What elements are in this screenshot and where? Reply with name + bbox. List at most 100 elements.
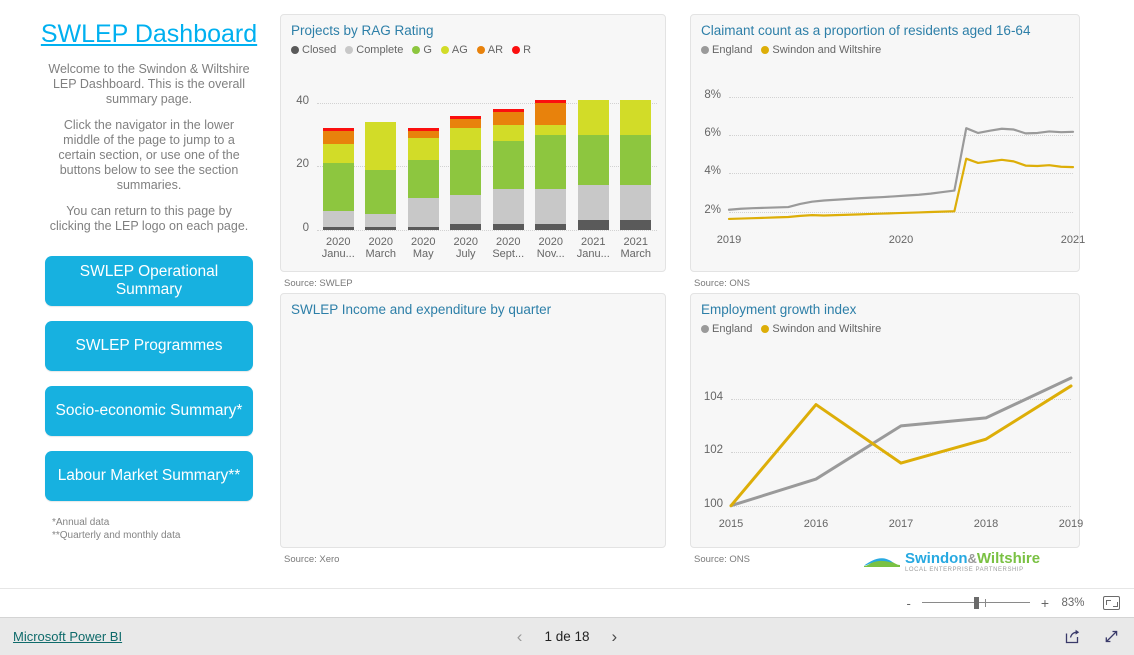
legend-item[interactable]: England xyxy=(701,323,752,335)
bar-segment[interactable] xyxy=(365,214,397,227)
legend-item[interactable]: Swindon and Wiltshire xyxy=(761,44,881,56)
swlep-logo[interactable]: Swindon&Wiltshire LOCAL ENTERPRISE PARTN… xyxy=(864,551,1077,581)
visual-claimant-count-proportion[interactable]: Claimant count as a proportion of reside… xyxy=(690,14,1085,273)
bar-segment[interactable] xyxy=(450,118,482,129)
bar-column[interactable] xyxy=(322,128,354,230)
legend-item[interactable]: Complete xyxy=(345,44,403,56)
page-navigator: ‹ 1 de 18 › xyxy=(0,627,1134,647)
x-axis-tick-line: 2020 xyxy=(368,236,393,248)
bar-column[interactable] xyxy=(577,99,609,230)
nav-button-label: Labour Market Summary** xyxy=(57,467,241,484)
zoom-slider-thumb[interactable] xyxy=(973,597,979,609)
bar-segment[interactable] xyxy=(322,131,354,145)
bar-segment[interactable] xyxy=(535,188,567,224)
zoom-out-button[interactable]: - xyxy=(906,596,910,611)
bar-column[interactable] xyxy=(620,99,652,230)
page-indicator: 1 de 18 xyxy=(544,629,590,644)
legend-label: Closed xyxy=(302,44,337,56)
bar-segment[interactable] xyxy=(620,220,652,230)
line-series[interactable] xyxy=(729,384,1073,508)
bar-segment[interactable] xyxy=(620,134,652,186)
bar-segment[interactable] xyxy=(365,226,397,230)
x-axis-tick-label: 2015 xyxy=(718,518,744,530)
bar-segment[interactable] xyxy=(322,226,354,230)
bar-segment[interactable] xyxy=(407,198,439,227)
bar-segment[interactable] xyxy=(535,134,567,189)
bar-segment[interactable] xyxy=(620,185,652,221)
bar-segment[interactable] xyxy=(577,185,609,221)
nav-button-swlep-operational-summary[interactable]: SWLEP Operational Summary xyxy=(45,256,253,306)
bar-segment[interactable] xyxy=(407,137,439,161)
next-page-icon[interactable]: › xyxy=(612,627,618,647)
legend-item[interactable]: AR xyxy=(476,44,503,56)
bar-segment[interactable] xyxy=(535,125,567,135)
legend-item[interactable]: R xyxy=(512,44,531,56)
line-series[interactable] xyxy=(729,376,1073,508)
bar-segment[interactable] xyxy=(492,188,524,224)
bar-segment[interactable] xyxy=(365,169,397,215)
legend-item[interactable]: Swindon and Wiltshire xyxy=(761,323,881,335)
logo-wiltshire: Wiltshire xyxy=(976,550,1041,567)
bar-column[interactable] xyxy=(450,115,482,230)
bar-segment[interactable] xyxy=(450,223,482,230)
legend-item[interactable]: G xyxy=(412,44,432,56)
y-axis-tick-label: 40 xyxy=(296,94,309,107)
bar-column[interactable] xyxy=(492,109,524,230)
bar-segment[interactable] xyxy=(492,125,524,141)
bar-segment[interactable] xyxy=(492,223,524,230)
bar-segment[interactable] xyxy=(450,195,482,224)
nav-button-socio-economic-summary[interactable]: Socio-economic Summary* xyxy=(45,386,253,436)
bar-segment[interactable] xyxy=(322,163,354,211)
y-axis-tick-label: 20 xyxy=(296,158,309,171)
bar-segment[interactable] xyxy=(407,226,439,230)
bar-segment[interactable] xyxy=(577,99,609,135)
bar-column[interactable] xyxy=(407,128,439,230)
x-axis-tick-label: 2016 xyxy=(803,518,829,530)
zoom-in-button[interactable]: + xyxy=(1041,595,1049,611)
chart-legend[interactable]: England Swindon and Wiltshire xyxy=(691,317,1079,335)
legend-item[interactable]: England xyxy=(701,44,752,56)
bar-column[interactable] xyxy=(365,121,397,230)
nav-button-labour-market-summary[interactable]: Labour Market Summary** xyxy=(45,451,253,501)
bar-segment[interactable] xyxy=(450,150,482,196)
x-axis-tick-label: 2020 March xyxy=(360,236,403,260)
footnote-quarterly: **Quarterly and monthly data xyxy=(52,530,181,541)
legend-label: R xyxy=(523,44,532,56)
zoom-slider[interactable] xyxy=(921,596,1030,610)
chart-plot-area: 2% 4% 6% 8% 2019 2020 2021 xyxy=(691,65,1085,273)
line-series[interactable] xyxy=(727,157,1075,221)
x-axis-tick-label: 2020 xyxy=(888,234,914,246)
bar-segment[interactable] xyxy=(450,128,482,151)
legend-swatch-icon xyxy=(440,46,449,54)
bar-segment[interactable] xyxy=(620,99,652,135)
visual-employment-growth-index[interactable]: Employment growth index England Swindon a… xyxy=(690,293,1083,548)
legend-item[interactable]: AG xyxy=(440,44,468,56)
fit-to-page-icon[interactable] xyxy=(1103,596,1120,610)
visual-title: Employment growth index xyxy=(701,302,857,317)
line-series[interactable] xyxy=(727,127,1075,211)
logo-wordmark: Swindon&Wiltshire xyxy=(905,551,1077,566)
bar-segment[interactable] xyxy=(492,140,524,189)
chart-legend[interactable]: England Swindon and Wiltshire xyxy=(691,38,1079,56)
bar-segment[interactable] xyxy=(577,220,609,230)
x-axis-tick-line: March xyxy=(620,248,652,260)
share-icon[interactable] xyxy=(1064,628,1081,645)
bar-segment[interactable] xyxy=(322,210,354,227)
fullscreen-icon[interactable] xyxy=(1103,628,1120,645)
bar-segment[interactable] xyxy=(365,121,397,170)
chart-legend[interactable]: Closed Complete G AG AR R xyxy=(281,38,665,56)
visual-projects-by-rag-rating[interactable]: Projects by RAG Rating Closed Complete G AG… xyxy=(280,14,666,272)
x-axis-tick-line: May xyxy=(412,248,434,260)
bar-segment[interactable] xyxy=(322,144,354,164)
nav-button-swlep-programmes[interactable]: SWLEP Programmes xyxy=(45,321,253,371)
legend-item[interactable]: Closed xyxy=(291,44,336,56)
bar-segment[interactable] xyxy=(492,112,524,126)
bar-segment[interactable] xyxy=(535,102,567,126)
bar-column[interactable] xyxy=(535,99,567,230)
bar-segment[interactable] xyxy=(577,134,609,186)
previous-page-icon[interactable]: ‹ xyxy=(517,627,523,647)
status-bar-actions xyxy=(1064,628,1120,645)
bar-segment[interactable] xyxy=(535,223,567,230)
bar-segment[interactable] xyxy=(407,160,439,199)
visual-swlep-income-and-expenditure[interactable]: SWLEP Income and expenditure by quarter xyxy=(280,293,666,548)
